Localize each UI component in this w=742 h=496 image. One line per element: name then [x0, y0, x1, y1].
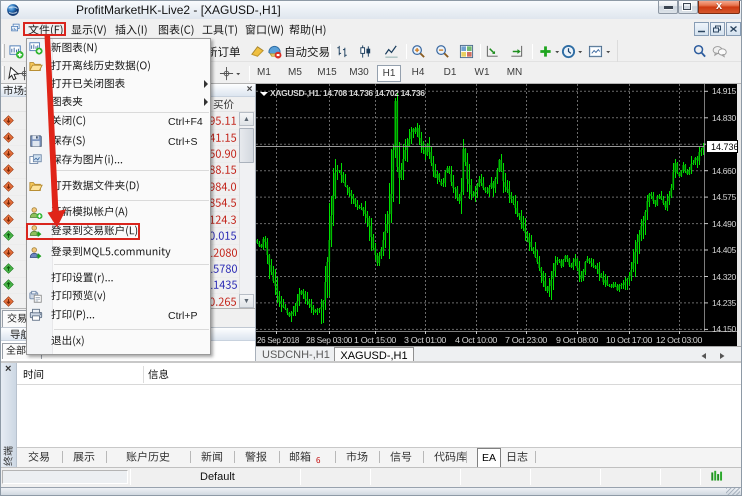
- svg-text:14.405: 14.405: [712, 245, 737, 255]
- svg-text:3 Oct 01:00: 3 Oct 01:00: [404, 335, 447, 345]
- svg-text:4 Oct 10:00: 4 Oct 10:00: [455, 335, 498, 345]
- svg-text:14.235: 14.235: [712, 298, 737, 308]
- svg-text:10 Oct 17:00: 10 Oct 17:00: [606, 335, 653, 345]
- svg-text:14.660: 14.660: [712, 166, 737, 176]
- svg-text:14.736: 14.736: [711, 142, 739, 152]
- svg-text:XAGUSD-,H1. 14.708 14.736 14.7: XAGUSD-,H1. 14.708 14.736 14.702 14.736: [270, 88, 425, 98]
- svg-text:1 Oct 15:00: 1 Oct 15:00: [354, 335, 397, 345]
- svg-text:28 Sep 03:00: 28 Sep 03:00: [306, 335, 353, 345]
- svg-text:14.575: 14.575: [712, 192, 737, 202]
- svg-text:7 Oct 23:00: 7 Oct 23:00: [505, 335, 548, 345]
- svg-text:12 Oct 03:00: 12 Oct 03:00: [656, 335, 703, 345]
- svg-text:14.320: 14.320: [712, 272, 737, 282]
- svg-text:14.915: 14.915: [712, 86, 737, 96]
- svg-text:14.490: 14.490: [712, 219, 737, 229]
- svg-text:14.830: 14.830: [712, 113, 737, 123]
- svg-text:26 Sep 2018: 26 Sep 2018: [257, 335, 300, 345]
- svg-text:9 Oct 08:00: 9 Oct 08:00: [556, 335, 599, 345]
- svg-text:14.150: 14.150: [712, 324, 737, 334]
